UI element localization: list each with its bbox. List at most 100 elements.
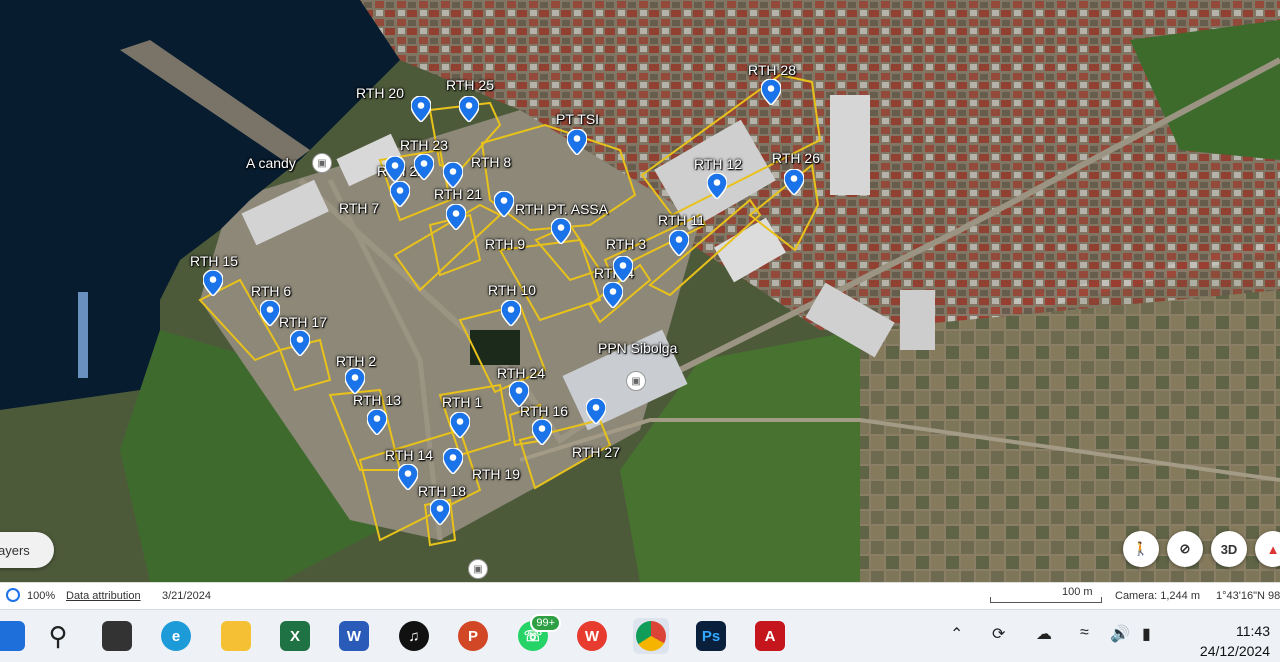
label-rth-2: RTH 2 [336,353,377,369]
whatsapp-badge: 99+ [530,614,561,632]
search-button[interactable]: ⚲ [40,618,76,654]
street-view-pegman-icon[interactable]: 🚶 [1123,531,1159,567]
map-pin-icon[interactable] [367,409,387,435]
map-pin-icon[interactable] [761,79,781,105]
map-pin-icon[interactable] [260,300,280,326]
label-rth-6: RTH 6 [251,283,292,299]
label-pt-tsi: PT TSI [556,111,600,127]
map-pin-icon[interactable] [567,129,587,155]
whatsapp-button[interactable]: ☏ 99+ [515,614,561,654]
word-button[interactable]: W [336,618,372,654]
poi-icon[interactable]: ▣ [468,559,488,579]
sync-icon[interactable]: ⟳ [992,624,1005,644]
map-imagery [0,0,1280,582]
start-button[interactable] [0,618,28,654]
loading-ring-icon [6,588,20,602]
tiktok-icon: ♫ [399,621,429,651]
map-pin-icon[interactable] [501,300,521,326]
label-rth-19: RTH 19 [472,466,520,482]
label-rth-12: RTH 12 [694,156,742,172]
layers-button[interactable]: ayers [0,532,54,568]
clock-date: 24/12/2024 [1199,643,1270,659]
wps-button[interactable]: W [574,618,610,654]
word-icon: W [339,621,369,651]
acrobat-button[interactable]: A [752,618,788,654]
map-pin-icon[interactable] [613,256,633,282]
map-pin-icon[interactable] [459,96,479,122]
map-pin-icon[interactable] [532,419,552,445]
windows-taskbar: ⚲ e X W ♫ P ☏ 99+ W Ps A ⌃ ⟳ ☁ ≈ 🔊 ▮ 11:4… [0,609,1280,662]
satellite-map[interactable]: RTH 20 RTH 25 RTH 28 PT TSI RTH 23 A can… [0,0,1280,582]
map-pin-icon[interactable] [784,169,804,195]
map-pin-icon[interactable] [385,156,405,182]
label-a-candy: A candy [246,155,296,171]
poi-icon[interactable]: ▣ [626,371,646,391]
map-pin-icon[interactable] [586,398,606,424]
file-explorer-button[interactable] [218,618,254,654]
map-pin-icon[interactable] [707,173,727,199]
label-rth-15: RTH 15 [190,253,238,269]
powerpoint-button[interactable]: P [455,618,491,654]
map-pin-icon[interactable] [446,204,466,230]
photoshop-icon: Ps [696,621,726,651]
show-hidden-icons-icon[interactable]: ⌃ [950,624,963,644]
imagery-date: 3/21/2024 [162,590,211,602]
label-rth-8: RTH 8 [471,154,512,170]
label-rth-21: RTH 21 [434,186,482,202]
map-pin-icon[interactable] [551,218,571,244]
label-ppn-sibolga: PPN Sibolga [598,340,678,356]
location-off-icon[interactable]: ⊘ [1167,531,1203,567]
chrome-button[interactable] [633,618,669,654]
3d-view-button[interactable]: 3D [1211,531,1247,567]
cloud-icon[interactable]: ☁ [1036,624,1052,644]
label-rth-1: RTH 1 [442,394,483,410]
label-rth-25: RTH 25 [446,77,494,93]
coordinates: 1°43'16"N 98 [1216,590,1280,602]
folder-icon [221,621,251,651]
label-rth-9: RTH 9 [485,236,526,252]
label-rth-10: RTH 10 [488,282,536,298]
label-rth-14: RTH 14 [385,447,433,463]
poi-icon[interactable]: ▣ [312,153,332,173]
label-rth-23: RTH 23 [400,137,448,153]
task-view-button[interactable] [99,618,135,654]
search-icon: ⚲ [48,620,68,651]
label-rth-27: RTH 27 [572,444,620,460]
camera-altitude: Camera: 1,244 m [1115,590,1200,602]
photoshop-button[interactable]: Ps [693,618,729,654]
excel-icon: X [280,621,310,651]
volume-icon[interactable]: 🔊 [1110,624,1130,644]
wifi-icon[interactable]: ≈ [1080,624,1089,642]
map-pin-icon[interactable] [669,230,689,256]
map-pin-icon[interactable] [443,448,463,474]
label-rth-7: RTH 7 [339,200,380,216]
label-rth-17: RTH 17 [279,314,327,330]
label-rth-3: RTH 3 [606,236,647,252]
map-pin-icon[interactable] [509,381,529,407]
map-pin-icon[interactable] [390,181,410,207]
clock-time: 11:43 [1236,623,1270,639]
map-pin-icon[interactable] [345,368,365,394]
clock[interactable]: 11:43 24/12/2024 [1200,621,1270,661]
map-pin-icon[interactable] [443,162,463,188]
data-attribution-link[interactable]: Data attribution [66,590,141,602]
tiktok-button[interactable]: ♫ [396,618,432,654]
edge-button[interactable]: e [158,618,194,654]
label-rth-24: RTH 24 [497,365,545,381]
map-pin-icon[interactable] [398,464,418,490]
map-pin-icon[interactable] [290,330,310,356]
label-rth-pt-assa: RTH PT. ASSA [515,201,609,217]
zoom-level: 100% [27,590,56,602]
excel-button[interactable]: X [277,618,313,654]
map-pin-icon[interactable] [494,191,514,217]
map-pin-icon[interactable] [603,282,623,308]
label-rth-20: RTH 20 [356,85,404,101]
map-pin-icon[interactable] [411,96,431,122]
map-pin-icon[interactable] [430,499,450,525]
edge-icon: e [161,621,191,651]
battery-icon[interactable]: ▮ [1142,624,1151,644]
task-view-icon [102,621,132,651]
map-pin-icon[interactable] [450,412,470,438]
map-pin-icon[interactable] [414,154,434,180]
map-pin-icon[interactable] [203,270,223,296]
